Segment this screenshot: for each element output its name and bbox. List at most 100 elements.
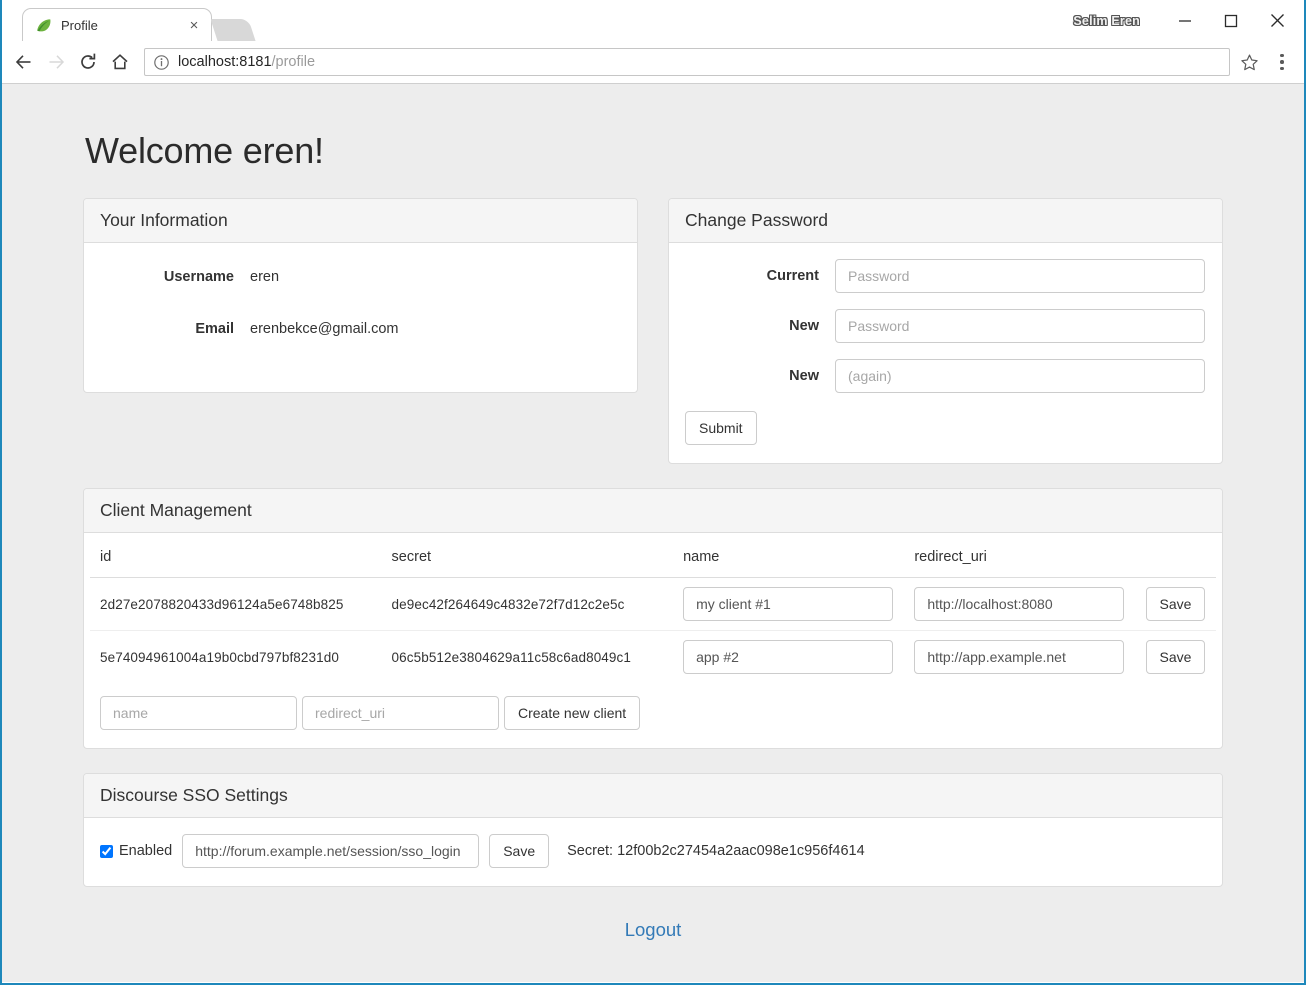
top-panels-row: Your Information Username eren Email ere… — [83, 198, 1223, 488]
your-information-panel: Your Information Username eren Email ere… — [83, 198, 638, 393]
col-header-redirect-uri: redirect_uri — [904, 540, 1136, 578]
submit-row: Submit — [685, 411, 1206, 445]
client-redirect-uri-input[interactable] — [914, 640, 1125, 674]
save-client-button[interactable]: Save — [1145, 640, 1206, 674]
sso-url-input[interactable] — [182, 834, 480, 868]
confirm-password-label: New — [789, 368, 819, 384]
client-management-panel: Client Management id secret name redirec… — [83, 488, 1223, 749]
minimize-icon[interactable] — [1162, 5, 1208, 37]
password-panel-body: Current New New Submit — [669, 243, 1222, 463]
menu-dot — [1280, 53, 1284, 58]
new-password-label: New — [789, 318, 819, 334]
client-panel-title: Client Management — [84, 489, 1222, 533]
address-host: localhost:8181 — [178, 54, 272, 70]
page-viewport: Welcome eren! Your Information Username … — [2, 84, 1304, 982]
submit-password-button[interactable]: Submit — [685, 411, 757, 445]
save-sso-button[interactable]: Save — [489, 834, 550, 868]
client-redirect-uri-input[interactable] — [914, 587, 1125, 621]
clients-table-body: 2d27e2078820433d96124a5e6748b825 de9ec42… — [90, 577, 1216, 684]
maximize-icon[interactable] — [1208, 5, 1254, 37]
email-row: Email erenbekce@gmail.com — [100, 314, 621, 344]
sso-enabled-checkbox-wrap[interactable]: Enabled — [100, 843, 172, 859]
client-name-cell — [673, 577, 905, 631]
client-name-input[interactable] — [683, 640, 894, 674]
client-name-input[interactable] — [683, 587, 894, 621]
browser-window: Profile × Selim Eren localhost:8181/prof… — [0, 0, 1306, 985]
browser-tab-profile[interactable]: Profile × — [22, 8, 212, 41]
address-bar[interactable]: localhost:8181/profile — [144, 48, 1230, 76]
window-controls: Selim Eren — [1073, 0, 1304, 41]
info-panel-body: Username eren Email erenbekce@gmail.com — [84, 243, 637, 392]
create-client-row: Create new client — [90, 683, 1216, 738]
tab-title: Profile — [61, 17, 98, 33]
col-header-id: id — [90, 540, 382, 578]
client-panel-body: id secret name redirect_uri 2d27e2078820… — [84, 533, 1222, 748]
info-panel-title: Your Information — [84, 199, 637, 243]
clients-header-row: id secret name redirect_uri — [90, 540, 1216, 578]
client-id: 5e74094961004a19b0cbd797bf8231d0 — [100, 649, 339, 665]
client-secret: 06c5b512e3804629a11c58c6ad8049c1 — [391, 649, 631, 665]
forward-arrow-icon — [40, 46, 72, 78]
save-client-button[interactable]: Save — [1145, 587, 1206, 621]
page-title: Welcome eren! — [85, 130, 324, 171]
back-arrow-icon[interactable] — [8, 46, 40, 78]
logout-link[interactable]: Logout — [625, 919, 682, 940]
username-label: Username — [163, 269, 234, 285]
create-new-client-button[interactable]: Create new client — [504, 696, 641, 730]
sso-enabled-label: Enabled — [119, 843, 173, 859]
spring-leaf-icon — [35, 17, 52, 34]
change-password-panel: Change Password Current New New Submit — [668, 198, 1223, 464]
new-client-name-input[interactable] — [100, 696, 297, 730]
current-password-label: Current — [766, 268, 819, 284]
username-row: Username eren — [100, 262, 621, 292]
menu-dot — [1280, 60, 1284, 64]
info-panel-column: Your Information Username eren Email ere… — [83, 198, 638, 488]
menu-dot — [1280, 66, 1284, 71]
client-name-cell — [673, 631, 904, 684]
sso-enabled-checkbox[interactable] — [100, 844, 113, 858]
client-uri-cell — [904, 577, 1136, 631]
browser-toolbar: localhost:8181/profile — [2, 41, 1304, 84]
three-dot-menu-icon[interactable] — [1268, 47, 1296, 77]
client-uri-cell — [904, 631, 1135, 684]
current-password-row: Current — [685, 259, 1206, 293]
client-action-cell: Save — [1136, 631, 1216, 684]
bookmark-star-icon[interactable] — [1234, 48, 1264, 76]
col-header-secret: secret — [381, 540, 674, 578]
col-header-actions — [1135, 540, 1216, 578]
new-tab-button[interactable] — [210, 19, 256, 41]
client-action-cell: Save — [1135, 577, 1216, 631]
username-value: eren — [250, 269, 280, 285]
email-label: Email — [195, 321, 234, 337]
page-container: Welcome eren! Your Information Username … — [83, 84, 1223, 941]
email-value: erenbekce@gmail.com — [250, 321, 399, 337]
page-info-icon[interactable] — [153, 54, 170, 71]
current-password-input[interactable] — [835, 259, 1205, 293]
close-icon[interactable] — [1254, 5, 1300, 37]
new-password-row: New — [685, 309, 1206, 343]
col-header-name: name — [673, 540, 905, 578]
address-bar-url: localhost:8181/profile — [178, 54, 315, 70]
clients-table: id secret name redirect_uri 2d27e2078820… — [90, 540, 1216, 683]
client-secret: de9ec42f264649c4832e72f7d12c2e5c — [381, 577, 674, 631]
discourse-sso-panel: Discourse SSO Settings Enabled Save Secr… — [83, 773, 1223, 887]
table-row: 5e74094961004a19b0cbd797bf8231d0 06c5b51… — [90, 631, 1216, 684]
confirm-password-input[interactable] — [835, 359, 1205, 393]
reload-icon[interactable] — [72, 46, 104, 78]
window-user-label: Selim Eren — [1073, 13, 1140, 28]
table-row: 2d27e2078820433d96124a5e6748b825 de9ec42… — [90, 577, 1216, 631]
new-client-redirect-uri-input[interactable] — [302, 696, 499, 730]
logout-row: Logout — [83, 911, 1223, 941]
password-panel-title: Change Password — [669, 199, 1222, 243]
tab-strip: Profile × — [2, 0, 1073, 41]
client-id: 2d27e2078820433d96124a5e6748b825 — [90, 577, 382, 631]
browser-titlebar: Profile × Selim Eren — [2, 0, 1304, 41]
confirm-password-row: New — [685, 359, 1206, 393]
sso-panel-body: Enabled Save Secret: 12f00b2c27454a2aac0… — [84, 818, 1222, 886]
sso-panel-title: Discourse SSO Settings — [84, 774, 1222, 818]
password-panel-column: Change Password Current New New Submit — [668, 198, 1223, 488]
home-icon[interactable] — [104, 46, 136, 78]
new-password-input[interactable] — [835, 309, 1205, 343]
tab-close-icon[interactable]: × — [185, 16, 203, 34]
address-path: /profile — [271, 54, 316, 70]
